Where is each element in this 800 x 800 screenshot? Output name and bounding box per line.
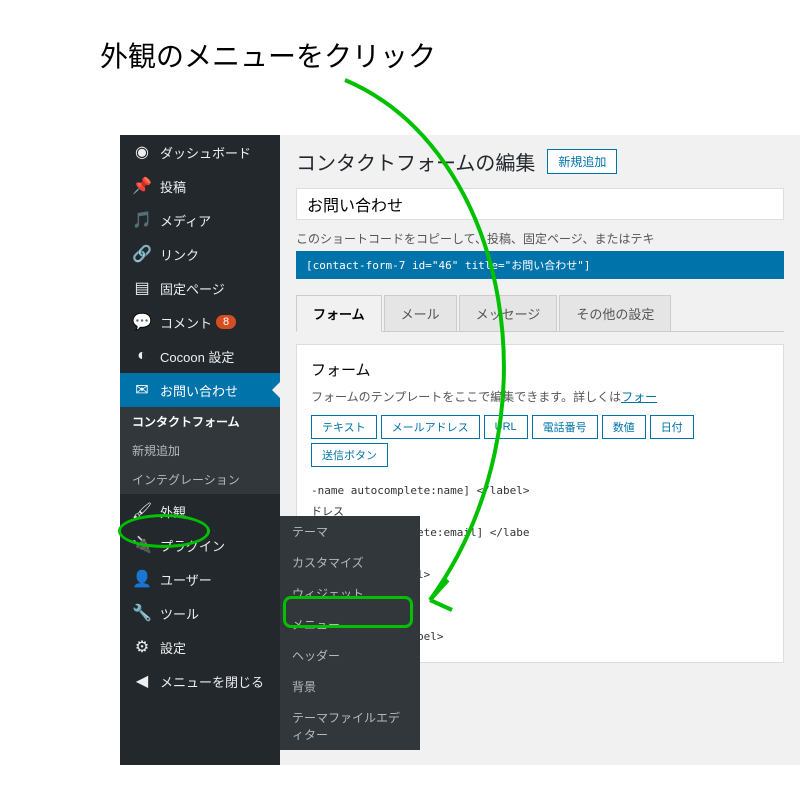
flyout-customize[interactable]: カスタマイズ	[280, 547, 420, 578]
flyout-background[interactable]: 背景	[280, 671, 420, 702]
tab-message[interactable]: メッセージ	[459, 295, 558, 331]
tool-icon: 🔧	[132, 603, 152, 623]
tag-email[interactable]: メールアドレス	[381, 415, 480, 439]
sidebar-label: メディア	[160, 211, 211, 230]
tag-tel[interactable]: 電話番号	[532, 415, 598, 439]
media-icon: 🎵	[132, 210, 152, 230]
tabs: フォーム メール メッセージ その他の設定	[296, 295, 784, 332]
tag-buttons: テキスト メールアドレス URL 電話番号 数値 日付 送信ボタン	[311, 415, 769, 467]
user-icon: 👤	[132, 569, 152, 589]
cocoon-icon: ◐	[132, 346, 152, 366]
sidebar-label: プラグイン	[160, 536, 225, 555]
tab-form[interactable]: フォーム	[296, 295, 382, 332]
appearance-icon: 🖌	[132, 501, 152, 521]
sidebar-item-contact[interactable]: ✉ お問い合わせ	[120, 373, 280, 407]
sidebar-label: ユーザー	[160, 570, 212, 589]
link-icon: 🔗	[132, 244, 152, 264]
sidebar-label: 固定ページ	[160, 279, 225, 298]
page-title: コンタクトフォームの編集	[296, 147, 535, 176]
sidebar-label: Cocoon 設定	[160, 347, 234, 366]
sub-item-integration[interactable]: インテグレーション	[120, 465, 280, 494]
sidebar-label: お問い合わせ	[160, 381, 238, 400]
appearance-flyout: テーマ カスタマイズ ウィジェット メニュー ヘッダー 背景 テーマファイルエデ…	[280, 516, 420, 750]
sidebar-submenu: コンタクトフォーム 新規追加 インテグレーション	[120, 407, 280, 494]
tab-mail[interactable]: メール	[384, 295, 457, 331]
panel-desc: フォームのテンプレートをここで編集できます。詳しくはフォー	[311, 388, 769, 405]
flyout-widgets[interactable]: ウィジェット	[280, 578, 420, 609]
sub-item-new[interactable]: 新規追加	[120, 436, 280, 465]
sidebar-item-collapse[interactable]: ◀ メニューを閉じる	[120, 664, 280, 698]
flyout-menu[interactable]: メニュー	[280, 609, 420, 640]
shortcode-box[interactable]: [contact-form-7 id="46" title="お問い合わせ"]	[296, 251, 784, 279]
panel-heading: フォーム	[311, 359, 769, 380]
sidebar-item-media[interactable]: 🎵 メディア	[120, 203, 280, 237]
sub-item-contactform[interactable]: コンタクトフォーム	[120, 407, 280, 436]
desc-link[interactable]: フォー	[621, 390, 657, 404]
settings-icon: ⚙	[132, 637, 152, 657]
sidebar-item-cocoon[interactable]: ◐ Cocoon 設定	[120, 339, 280, 373]
flyout-theme[interactable]: テーマ	[280, 516, 420, 547]
sidebar-item-dashboard[interactable]: ◉ ダッシュボード	[120, 135, 280, 169]
flyout-theme-editor[interactable]: テーマファイルエディター	[280, 702, 420, 750]
sidebar-item-appearance[interactable]: 🖌 外観	[120, 494, 280, 528]
comment-badge: 8	[216, 315, 236, 329]
tab-other[interactable]: その他の設定	[559, 295, 671, 331]
sidebar-item-users[interactable]: 👤 ユーザー	[120, 562, 280, 596]
shortcode-desc: このショートコードをコピーして、投稿、固定ページ、またはテキ	[296, 230, 784, 247]
sidebar-label: 外観	[160, 502, 186, 521]
comment-icon: 💬	[132, 312, 152, 332]
new-button[interactable]: 新規追加	[547, 149, 617, 174]
sidebar-label: 投稿	[160, 177, 186, 196]
sidebar-item-plugins[interactable]: 🔌 プラグイン	[120, 528, 280, 562]
tag-url[interactable]: URL	[484, 415, 528, 439]
tag-date[interactable]: 日付	[650, 415, 694, 439]
flyout-header[interactable]: ヘッダー	[280, 640, 420, 671]
desc-text: フォームのテンプレートをここで編集できます。詳しくは	[311, 390, 621, 404]
admin-sidebar: ◉ ダッシュボード 📌 投稿 🎵 メディア 🔗 リンク ▤ 固定ページ 💬 コメ…	[120, 135, 280, 765]
sidebar-item-settings[interactable]: ⚙ 設定	[120, 630, 280, 664]
tag-number[interactable]: 数値	[602, 415, 646, 439]
sidebar-label: 設定	[160, 638, 186, 657]
page-header: コンタクトフォームの編集 新規追加	[296, 147, 784, 176]
code-line: -name autocomplete:name] </label>	[311, 481, 769, 502]
sidebar-item-pages[interactable]: ▤ 固定ページ	[120, 271, 280, 305]
sidebar-item-tools[interactable]: 🔧 ツール	[120, 596, 280, 630]
sidebar-label: メニューを閉じる	[160, 672, 264, 691]
sidebar-item-links[interactable]: 🔗 リンク	[120, 237, 280, 271]
dashboard-icon: ◉	[132, 142, 152, 162]
page-icon: ▤	[132, 278, 152, 298]
tag-text[interactable]: テキスト	[311, 415, 377, 439]
sidebar-item-posts[interactable]: 📌 投稿	[120, 169, 280, 203]
annotation-text: 外観のメニューをクリック	[100, 35, 436, 75]
pin-icon: 📌	[132, 176, 152, 196]
sidebar-label: ツール	[160, 604, 199, 623]
plugin-icon: 🔌	[132, 535, 152, 555]
sidebar-label: コメント	[160, 313, 212, 332]
wp-admin-container: ◉ ダッシュボード 📌 投稿 🎵 メディア 🔗 リンク ▤ 固定ページ 💬 コメ…	[120, 135, 800, 765]
sidebar-item-comments[interactable]: 💬 コメント 8	[120, 305, 280, 339]
sidebar-label: リンク	[160, 245, 199, 264]
form-title-input[interactable]	[296, 188, 784, 220]
sidebar-label: ダッシュボード	[160, 143, 251, 162]
collapse-icon: ◀	[132, 671, 152, 691]
tag-submit[interactable]: 送信ボタン	[311, 443, 388, 467]
mail-icon: ✉	[132, 380, 152, 400]
